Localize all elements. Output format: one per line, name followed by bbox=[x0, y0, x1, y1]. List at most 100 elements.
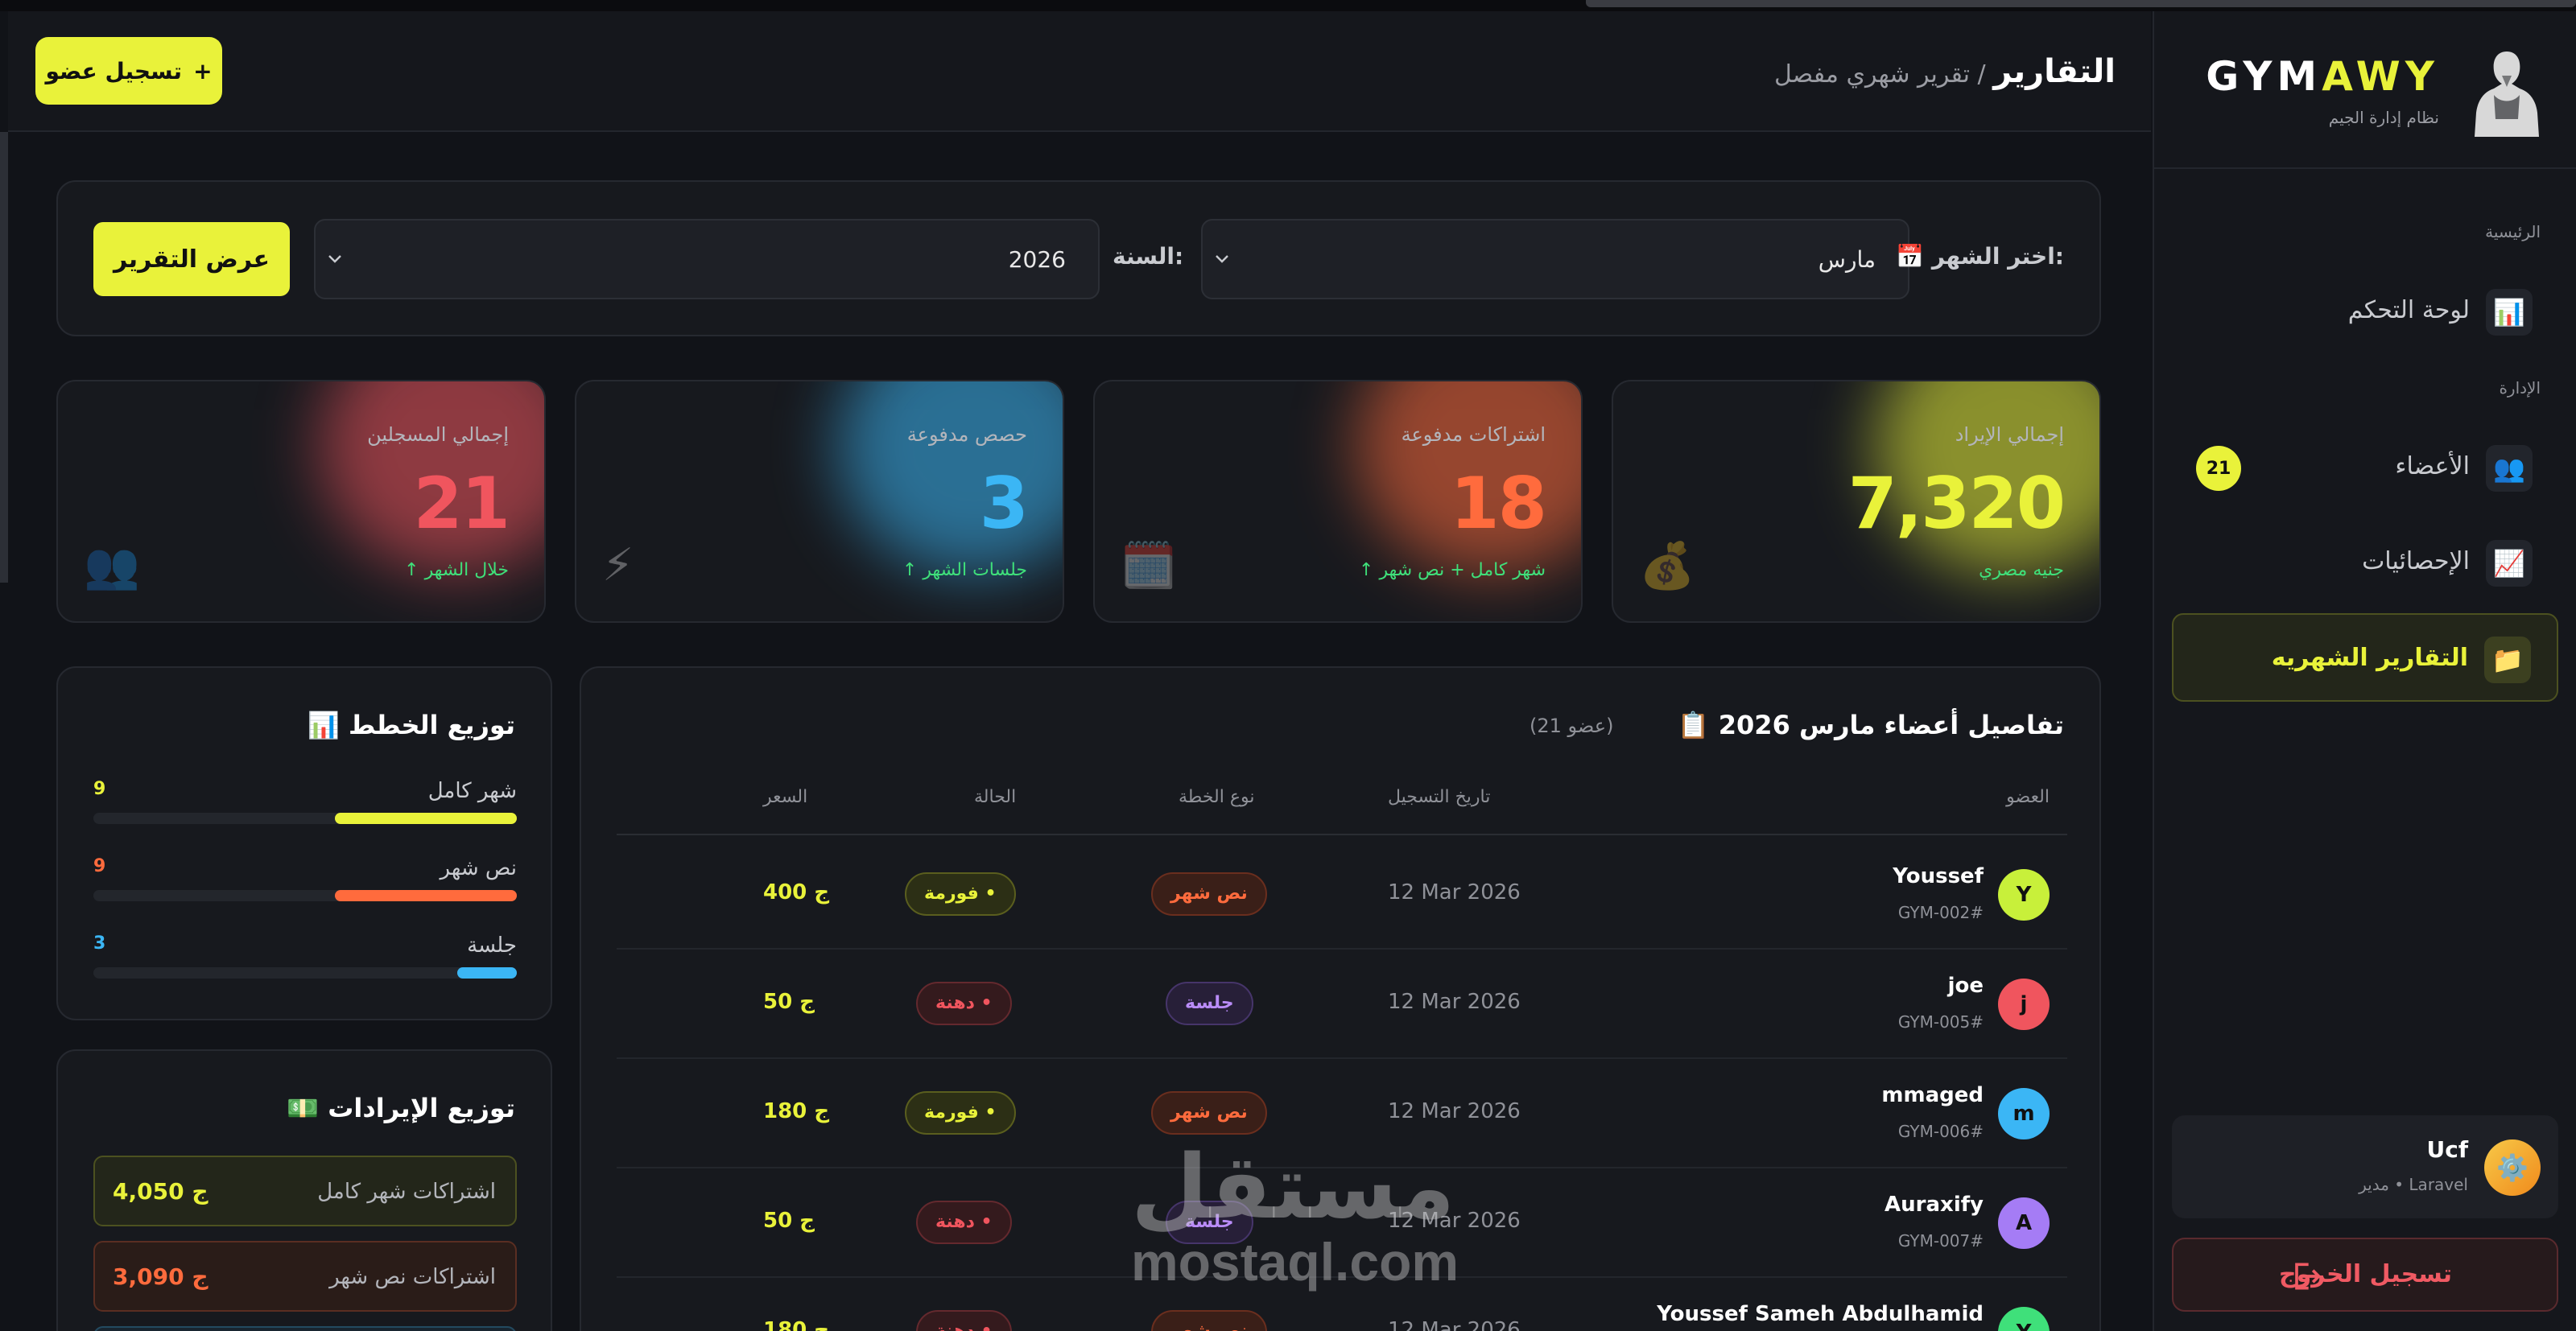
sidebar-item-monthly-reports[interactable]: 📁 التقارير الشهريه bbox=[2172, 613, 2558, 702]
member-name: mmaged bbox=[1881, 1083, 1984, 1107]
plan-distribution-title: 📊 توزيع الخطط bbox=[308, 710, 515, 740]
table-row[interactable]: m mmaged GYM-006# 12 Mar 2026 نص شهر فور… bbox=[617, 1059, 2067, 1168]
stat-card-paid-sessions: حصص مدفوعة 3 ↑ جلسات الشهر ⚡ bbox=[575, 380, 1064, 623]
plan-progress-track bbox=[93, 967, 517, 979]
revenue-value: 3,090 ج bbox=[113, 1263, 208, 1290]
registration-date: 12 Mar 2026 bbox=[1388, 1318, 1521, 1331]
add-member-button[interactable]: تسجيل عضو + bbox=[35, 37, 222, 105]
folder-icon: 📁 bbox=[2484, 637, 2531, 683]
status-badge: فورمة • bbox=[905, 872, 1016, 916]
avatar: m bbox=[1998, 1088, 2050, 1139]
plan-row-half-month: نص شهر 9 bbox=[93, 856, 517, 905]
sidebar-item-label: الأعضاء bbox=[2395, 452, 2470, 480]
registration-date: 12 Mar 2026 bbox=[1388, 1209, 1521, 1233]
table-header: العضو تاريخ التسجيل نوع الخطة الحالة الس… bbox=[617, 787, 2067, 835]
users-icon: 👥 bbox=[2486, 445, 2533, 492]
sidebar-item-label: الإحصائيات bbox=[2362, 547, 2470, 575]
breadcrumb-separator: / bbox=[1977, 60, 1986, 89]
price: 180 ج bbox=[763, 1318, 830, 1331]
scroll-track[interactable] bbox=[0, 132, 8, 583]
registration-date: 12 Mar 2026 bbox=[1388, 1099, 1521, 1123]
plan-badge: نص شهر bbox=[1151, 872, 1267, 916]
table-row[interactable]: Y Youssef Sameh Abdulhamid 12 Mar 2026 ن… bbox=[617, 1278, 2067, 1331]
member-name: Youssef bbox=[1893, 864, 1984, 888]
year-select[interactable]: 2026 bbox=[314, 219, 1100, 299]
plan-label: شهر كامل bbox=[427, 779, 517, 803]
plan-progress-fill bbox=[334, 813, 517, 824]
price: 50 ج bbox=[763, 990, 815, 1014]
sidebar-item-label: لوحة التحكم bbox=[2347, 296, 2470, 324]
nav-section-main: الرئيسية bbox=[2485, 222, 2541, 241]
stat-note: ↑ خلال الشهر bbox=[404, 560, 509, 580]
plan-label: جلسة bbox=[467, 933, 517, 958]
plan-badge: نص شهر bbox=[1151, 1091, 1267, 1135]
browser-top-strip bbox=[0, 0, 2576, 11]
member-name: Auraxify bbox=[1885, 1193, 1984, 1217]
user-name: Ucf bbox=[2426, 1136, 2468, 1163]
month-select[interactable]: مارس bbox=[1201, 219, 1909, 299]
stat-value: 18 bbox=[1450, 462, 1547, 545]
member-id: GYM-006# bbox=[1897, 1122, 1984, 1141]
lightning-icon: ⚡ bbox=[602, 539, 634, 591]
avatar: j bbox=[1998, 979, 2050, 1030]
stat-label: إجمالي المسجلين bbox=[367, 423, 509, 446]
price: 180 ج bbox=[763, 1099, 830, 1123]
plan-progress-track bbox=[93, 890, 517, 901]
breadcrumb-main[interactable]: التقارير bbox=[1993, 53, 2116, 90]
sidebar-item-members[interactable]: 👥 الأعضاء 21 bbox=[2172, 423, 2558, 512]
revenue-item-half-month: اشتراكات نص شهر 3,090 ج bbox=[93, 1241, 517, 1312]
column-registration-date: تاريخ التسجيل bbox=[1388, 787, 1491, 807]
table-row[interactable]: j joe GYM-005# 12 Mar 2026 جلسة دهنة • 5… bbox=[617, 950, 2067, 1059]
view-report-button[interactable]: عرض التقرير bbox=[93, 222, 290, 296]
chevron-down-icon bbox=[328, 255, 341, 263]
registration-date: 12 Mar 2026 bbox=[1388, 990, 1521, 1014]
money-bag-icon: 💰 bbox=[1639, 540, 1695, 592]
status-badge: فورمة • bbox=[905, 1091, 1016, 1135]
member-name: Youssef Sameh Abdulhamid bbox=[1657, 1302, 1984, 1326]
table-row[interactable]: Y Youssef GYM-002# 12 Mar 2026 نص شهر فو… bbox=[617, 840, 2067, 950]
plan-progress-fill bbox=[457, 967, 517, 979]
breadcrumb: التقارير / تقرير شهري مفصل bbox=[1774, 53, 2116, 90]
avatar: A bbox=[1998, 1197, 2050, 1249]
plus-icon: + bbox=[193, 57, 213, 84]
stat-label: إجمالي الإيراد bbox=[1955, 423, 2064, 446]
stat-label: حصص مدفوعة bbox=[906, 423, 1027, 446]
plan-label: نص شهر bbox=[440, 856, 517, 880]
logout-label: تسجيل الخروج bbox=[2279, 1260, 2452, 1288]
revenue-item-full-month: اشتراكات شهر كامل 4,050 ج bbox=[93, 1156, 517, 1226]
sidebar-item-statistics[interactable]: 📈 الإحصائيات bbox=[2172, 518, 2558, 607]
price: 50 ج bbox=[763, 1209, 815, 1233]
members-count-badge: 21 bbox=[2196, 446, 2241, 491]
stat-value: 7,320 bbox=[1847, 462, 2066, 545]
year-select-value: 2026 bbox=[1008, 246, 1066, 273]
member-name: joe bbox=[1947, 974, 1984, 998]
stat-note: ↑ جلسات الشهر bbox=[902, 560, 1027, 580]
column-price: السعر bbox=[763, 787, 808, 807]
plan-count: 9 bbox=[93, 779, 106, 799]
stat-card-paid-subscriptions: اشتراكات مدفوعة 18 ↑ شهر كامل + نص شهر 🗓… bbox=[1093, 380, 1583, 623]
member-id: GYM-005# bbox=[1897, 1012, 1984, 1032]
stat-value: 21 bbox=[413, 462, 510, 545]
sidebar-item-dashboard[interactable]: 📊 لوحة التحكم bbox=[2172, 267, 2558, 356]
logout-button[interactable]: تسجيل الخروج bbox=[2172, 1238, 2558, 1312]
revenue-label: اشتراكات شهر كامل bbox=[317, 1180, 496, 1204]
plan-row-session: جلسة 3 bbox=[93, 933, 517, 982]
avatar: Y bbox=[1998, 1307, 2050, 1331]
brand-subtitle: نظام إدارة الجيم bbox=[2328, 108, 2439, 127]
plan-badge: جلسة bbox=[1166, 982, 1253, 1025]
user-card[interactable]: ⚙️ Ucf مدير • Laravel bbox=[2172, 1115, 2558, 1218]
status-badge: دهنة • bbox=[916, 1201, 1012, 1244]
member-id: GYM-002# bbox=[1897, 903, 1984, 922]
table-row[interactable]: A Auraxify GYM-007# 12 Mar 2026 جلسة دهن… bbox=[617, 1168, 2067, 1278]
sidebar: GYMAWY نظام إدارة الجيم الرئيسية 📊 لوحة … bbox=[2153, 11, 2576, 1331]
stat-note: ↑ شهر كامل + نص شهر bbox=[1359, 560, 1546, 580]
year-label: السنة: bbox=[1113, 243, 1184, 270]
members-count: (21 عضو) bbox=[1530, 715, 1614, 737]
stat-value: 3 bbox=[979, 462, 1029, 545]
plan-badge: نص شهر bbox=[1151, 1310, 1267, 1331]
registration-date: 12 Mar 2026 bbox=[1388, 880, 1521, 905]
stat-glow bbox=[837, 381, 1063, 575]
stat-note: جنيه مصري bbox=[1979, 560, 2064, 580]
revenue-distribution-title: 💵 توزيع الإيرادات bbox=[287, 1093, 515, 1123]
plan-badge: جلسة bbox=[1166, 1201, 1253, 1244]
